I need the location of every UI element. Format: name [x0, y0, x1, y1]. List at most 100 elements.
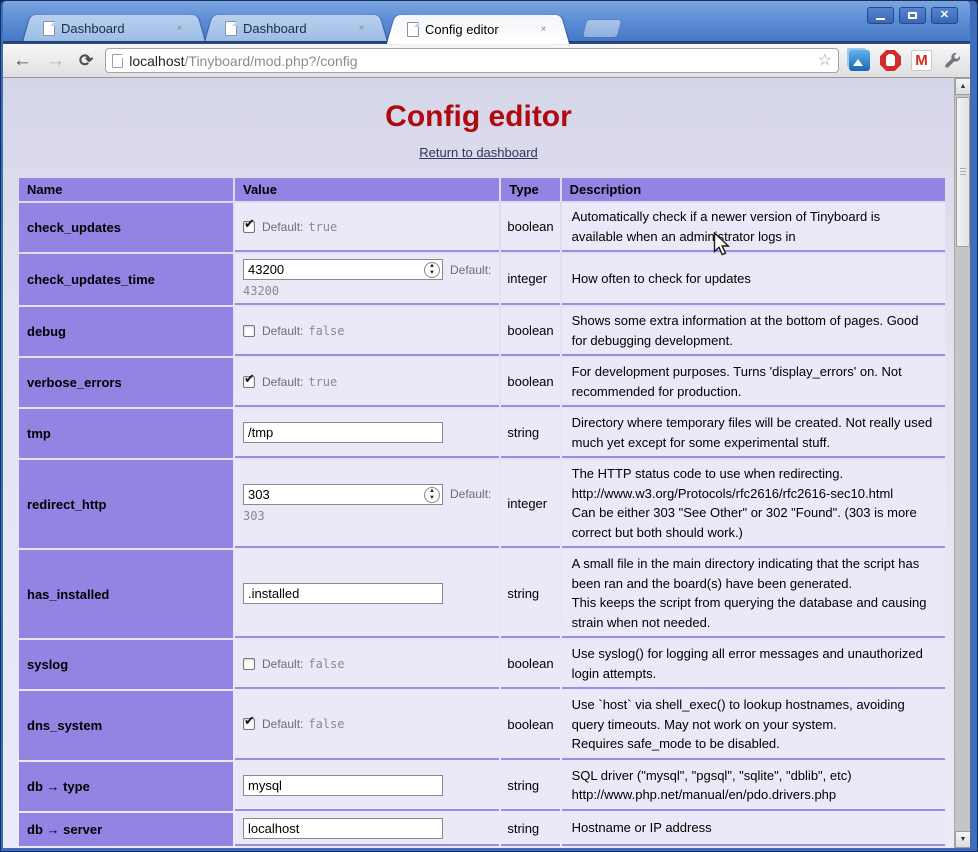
return-to-dashboard-link[interactable]: Return to dashboard — [419, 145, 538, 160]
page-content: Config editor Return to dashboard Name V… — [3, 78, 970, 848]
value-checkbox[interactable] — [243, 658, 255, 670]
spinner-buttons[interactable]: ▲▼ — [424, 487, 440, 503]
back-button[interactable]: ← — [11, 51, 34, 70]
page-favicon-icon — [225, 21, 237, 36]
config-value-cell — [235, 550, 499, 638]
default-value: false — [308, 717, 344, 731]
scroll-down-button[interactable]: ▼ — [955, 831, 970, 848]
config-description: Login — [562, 848, 945, 849]
config-name: check_updates — [19, 203, 233, 252]
page-favicon-icon — [407, 22, 419, 37]
wrench-menu-button[interactable] — [942, 51, 962, 71]
config-type: string — [501, 813, 559, 846]
default-label: Default: — [262, 375, 303, 389]
url-host: localhost — [129, 53, 184, 69]
config-description: Directory where temporary files will be … — [562, 409, 945, 458]
close-icon: ✕ — [940, 10, 949, 21]
screenshot-extension-icon[interactable] — [849, 50, 870, 71]
config-value-cell — [235, 762, 499, 811]
tab-dashboard-1[interactable]: Dashboard × — [35, 15, 193, 41]
minimize-icon — [876, 18, 885, 20]
value-text-input[interactable] — [243, 775, 443, 796]
tab-close-icon[interactable]: × — [354, 21, 369, 36]
table-row: db → server string Hostname or IP addres… — [19, 813, 945, 846]
table-row: redirect_http ▲▼Default:303 integer The … — [19, 460, 945, 548]
gmail-extension-icon[interactable]: M — [911, 50, 932, 71]
tab-config-editor[interactable]: Config editor × — [399, 15, 557, 44]
config-value-cell: Default: false — [235, 691, 499, 760]
config-name: syslog — [19, 640, 233, 689]
spinner-up-icon[interactable]: ▲ — [429, 488, 435, 495]
reload-button[interactable]: ⟳ — [77, 52, 95, 69]
spinner-down-icon[interactable]: ▼ — [429, 270, 435, 277]
value-text-input[interactable] — [243, 818, 443, 839]
config-type: boolean — [501, 358, 559, 407]
table-row: tmp string Directory where temporary fil… — [19, 409, 945, 458]
config-value-cell: Default:false — [235, 307, 499, 356]
url-path: /Tinyboard/mod.php?/config — [185, 53, 358, 69]
minimize-button[interactable] — [867, 7, 894, 24]
bookmark-star-icon[interactable]: ☆ — [818, 53, 832, 69]
table-header-row: Name Value Type Description — [19, 178, 945, 201]
table-row: syslog Default:false boolean Use syslog(… — [19, 640, 945, 689]
config-value-cell — [235, 409, 499, 458]
vertical-scrollbar[interactable]: ▲ ▼ — [954, 78, 970, 848]
tab-dashboard-2[interactable]: Dashboard × — [217, 15, 375, 41]
default-label: Default: — [262, 220, 303, 234]
config-value-cell: Default:true — [235, 203, 499, 252]
tab-close-icon[interactable]: × — [172, 21, 187, 36]
config-type: boolean — [501, 203, 559, 252]
config-name: verbose_errors — [19, 358, 233, 407]
browser-toolbar: ← → ⟳ localhost/Tinyboard/mod.php?/confi… — [3, 44, 970, 78]
column-header-value: Value — [235, 178, 499, 201]
value-text-input[interactable] — [243, 422, 443, 443]
value-checkbox[interactable] — [243, 325, 255, 337]
spinner-buttons[interactable]: ▲▼ — [424, 262, 440, 278]
address-bar[interactable]: localhost/Tinyboard/mod.php?/config ☆ — [105, 48, 839, 73]
config-value-cell: ▲▼Default:43200 — [235, 254, 499, 305]
config-type: string — [501, 550, 559, 638]
value-number-input[interactable] — [243, 484, 443, 505]
tab-close-icon[interactable]: × — [536, 22, 551, 37]
config-description: For development purposes. Turns 'display… — [562, 358, 945, 407]
value-checkbox[interactable] — [243, 221, 255, 233]
adblock-extension-icon[interactable] — [880, 50, 901, 71]
scrollbar-thumb[interactable] — [956, 97, 970, 247]
value-number-input[interactable] — [243, 259, 443, 280]
value-text-input[interactable] — [243, 583, 443, 604]
config-type: integer — [501, 254, 559, 305]
new-tab-button[interactable] — [583, 20, 621, 37]
close-button[interactable]: ✕ — [931, 7, 958, 24]
config-value-cell — [235, 848, 499, 849]
table-row: db → password string Login — [19, 848, 945, 849]
config-type: string — [501, 409, 559, 458]
table-row: check_updates Default:true boolean Autom… — [19, 203, 945, 252]
config-name: dns_system — [19, 691, 233, 760]
config-description: A small file in the main directory indic… — [562, 550, 945, 638]
table-row: debug Default:false boolean Shows some e… — [19, 307, 945, 356]
column-header-name: Name — [19, 178, 233, 201]
config-description: Use `host` via shell_exec() to lookup ho… — [562, 691, 945, 760]
page-favicon-icon — [43, 21, 55, 36]
spinner-up-icon[interactable]: ▲ — [429, 263, 435, 270]
config-name: db → type — [19, 762, 233, 811]
config-type: boolean — [501, 691, 559, 760]
tab-label: Config editor — [419, 22, 536, 37]
scroll-up-button[interactable]: ▲ — [955, 78, 970, 95]
maximize-button[interactable] — [899, 7, 926, 24]
config-description: The HTTP status code to use when redirec… — [562, 460, 945, 548]
table-row: dns_system Default: false boolean Use `ho… — [19, 691, 945, 760]
spinner-down-icon[interactable]: ▼ — [429, 495, 435, 502]
config-description: Automatically check if a newer version o… — [562, 203, 945, 252]
forward-button[interactable]: → — [44, 51, 67, 70]
page-title: Config editor — [17, 100, 940, 134]
value-checkbox[interactable] — [243, 376, 255, 388]
config-name: tmp — [19, 409, 233, 458]
default-label: Default: — [450, 487, 491, 501]
default-label: Default: — [262, 717, 303, 731]
default-value: 43200 — [243, 284, 491, 298]
config-value-cell — [235, 813, 499, 846]
table-row: verbose_errors Default:true boolean For … — [19, 358, 945, 407]
config-table-body: check_updates Default:true boolean Autom… — [19, 203, 945, 848]
value-checkbox[interactable] — [243, 718, 255, 730]
